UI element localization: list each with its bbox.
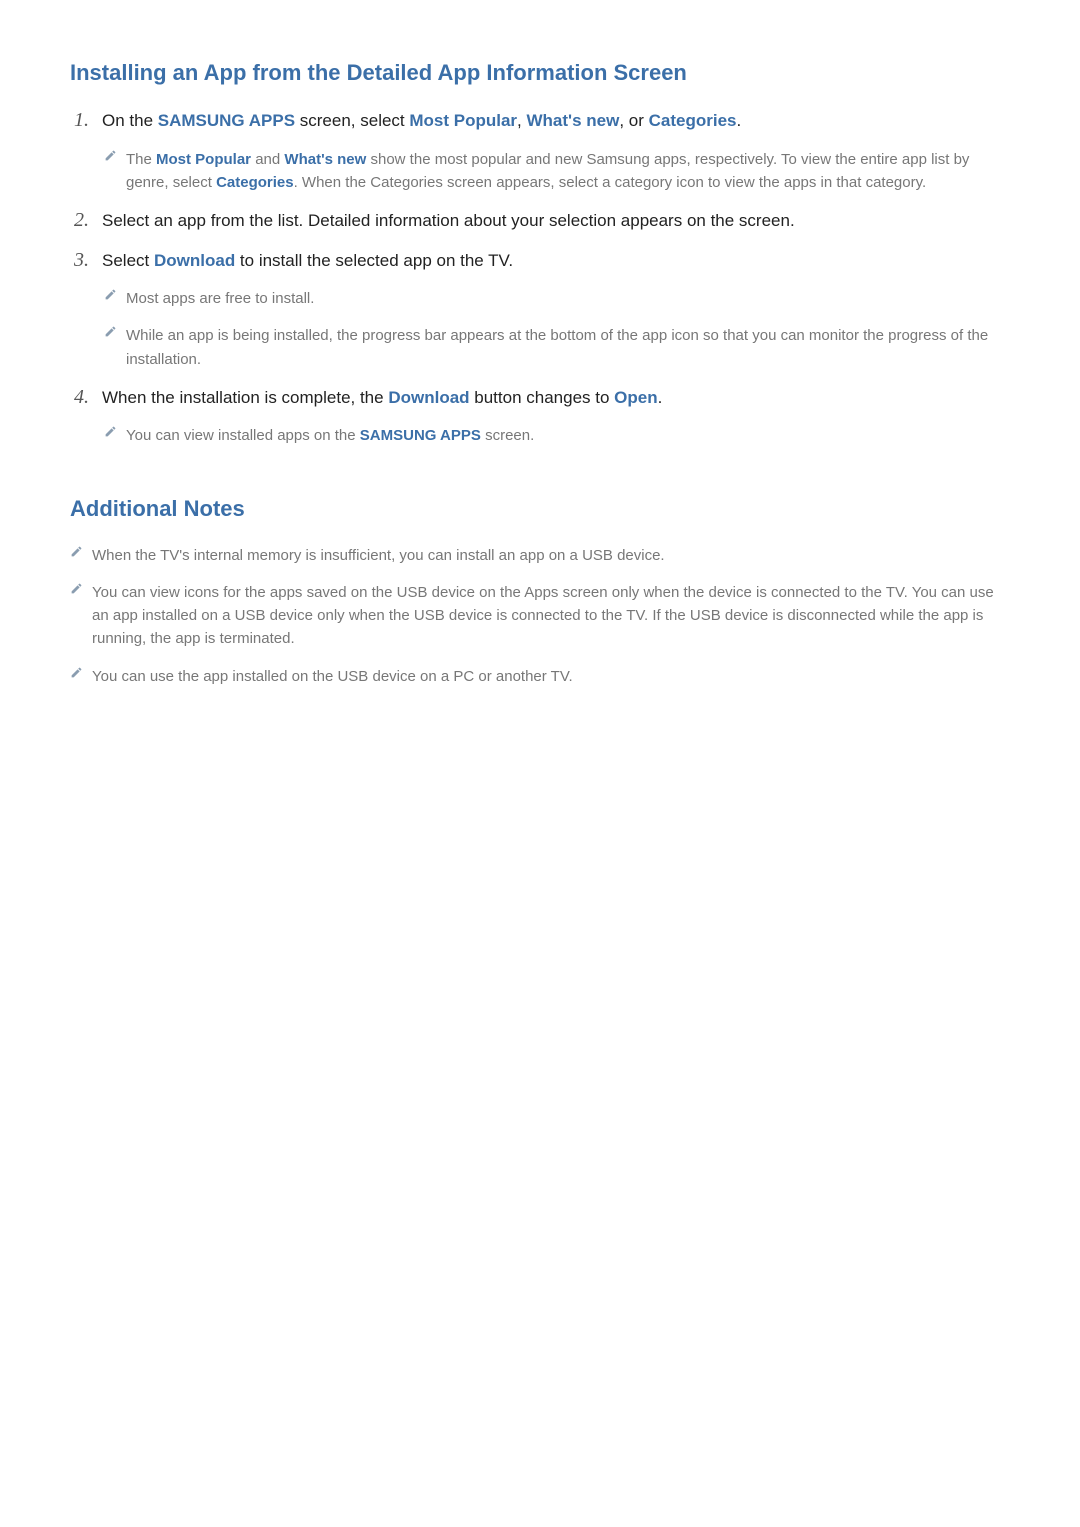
text: . When the Categories screen appears, se…: [294, 174, 927, 191]
note-text: When the TV's internal memory is insuffi…: [92, 544, 1010, 567]
note: You can view installed apps on the SAMSU…: [104, 424, 1010, 447]
text: Select: [102, 251, 154, 270]
pen-icon: [104, 287, 126, 304]
link-whats-new: What's new: [284, 151, 366, 168]
text: You can view installed apps on the: [126, 427, 360, 444]
note: You can view icons for the apps saved on…: [70, 581, 1010, 651]
note-text: The Most Popular and What's new show the…: [126, 148, 1010, 195]
text: , or: [619, 111, 648, 130]
link-most-popular: Most Popular: [156, 151, 251, 168]
text: .: [658, 388, 663, 407]
text: When the installation is complete, the: [102, 388, 388, 407]
link-whats-new: What's new: [527, 111, 620, 130]
note: Most apps are free to install.: [104, 287, 1010, 310]
step-text: When the installation is complete, the D…: [102, 385, 1010, 411]
step-3: 3. Select Download to install the select…: [70, 248, 1010, 274]
text: button changes to: [470, 388, 615, 407]
step-2: 2. Select an app from the list. Detailed…: [70, 208, 1010, 234]
text: ,: [517, 111, 526, 130]
note: While an app is being installed, the pro…: [104, 324, 1010, 371]
link-open: Open: [614, 388, 657, 407]
heading-additional-notes: Additional Notes: [70, 496, 1010, 522]
text: and: [251, 151, 284, 168]
pen-icon: [70, 544, 92, 561]
note-text: You can view icons for the apps saved on…: [92, 581, 1010, 651]
link-download: Download: [388, 388, 469, 407]
text: On the: [102, 111, 158, 130]
step-number: 3.: [70, 249, 102, 272]
text: Select an app from the list. Detailed in…: [102, 211, 795, 230]
heading-installing: Installing an App from the Detailed App …: [70, 60, 1010, 86]
link-most-popular: Most Popular: [409, 111, 517, 130]
pen-icon: [70, 665, 92, 682]
note: When the TV's internal memory is insuffi…: [70, 544, 1010, 567]
link-samsung-apps: SAMSUNG APPS: [360, 427, 481, 444]
step-number: 2.: [70, 209, 102, 232]
text: .: [737, 111, 742, 130]
note-text: You can use the app installed on the USB…: [92, 665, 1010, 688]
pen-icon: [104, 324, 126, 341]
step-4: 4. When the installation is complete, th…: [70, 385, 1010, 411]
note: The Most Popular and What's new show the…: [104, 148, 1010, 195]
note-text: You can view installed apps on the SAMSU…: [126, 424, 1010, 447]
step-1: 1. On the SAMSUNG APPS screen, select Mo…: [70, 108, 1010, 134]
pen-icon: [104, 424, 126, 441]
step-number: 4.: [70, 386, 102, 409]
text: The: [126, 151, 156, 168]
text: screen, select: [295, 111, 409, 130]
section-installing: Installing an App from the Detailed App …: [70, 60, 1010, 448]
pen-icon: [104, 148, 126, 165]
text: screen.: [481, 427, 534, 444]
step-text: Select Download to install the selected …: [102, 248, 1010, 274]
step-text: On the SAMSUNG APPS screen, select Most …: [102, 108, 1010, 134]
step-number: 1.: [70, 109, 102, 132]
section-additional-notes: Additional Notes When the TV's internal …: [70, 496, 1010, 688]
note-text: Most apps are free to install.: [126, 287, 1010, 310]
link-categories: Categories: [216, 174, 294, 191]
note: You can use the app installed on the USB…: [70, 665, 1010, 688]
link-categories: Categories: [649, 111, 737, 130]
pen-icon: [70, 581, 92, 598]
text: to install the selected app on the TV.: [235, 251, 513, 270]
step-text: Select an app from the list. Detailed in…: [102, 208, 1010, 234]
note-text: While an app is being installed, the pro…: [126, 324, 1010, 371]
link-download: Download: [154, 251, 235, 270]
link-samsung-apps: SAMSUNG APPS: [158, 111, 295, 130]
